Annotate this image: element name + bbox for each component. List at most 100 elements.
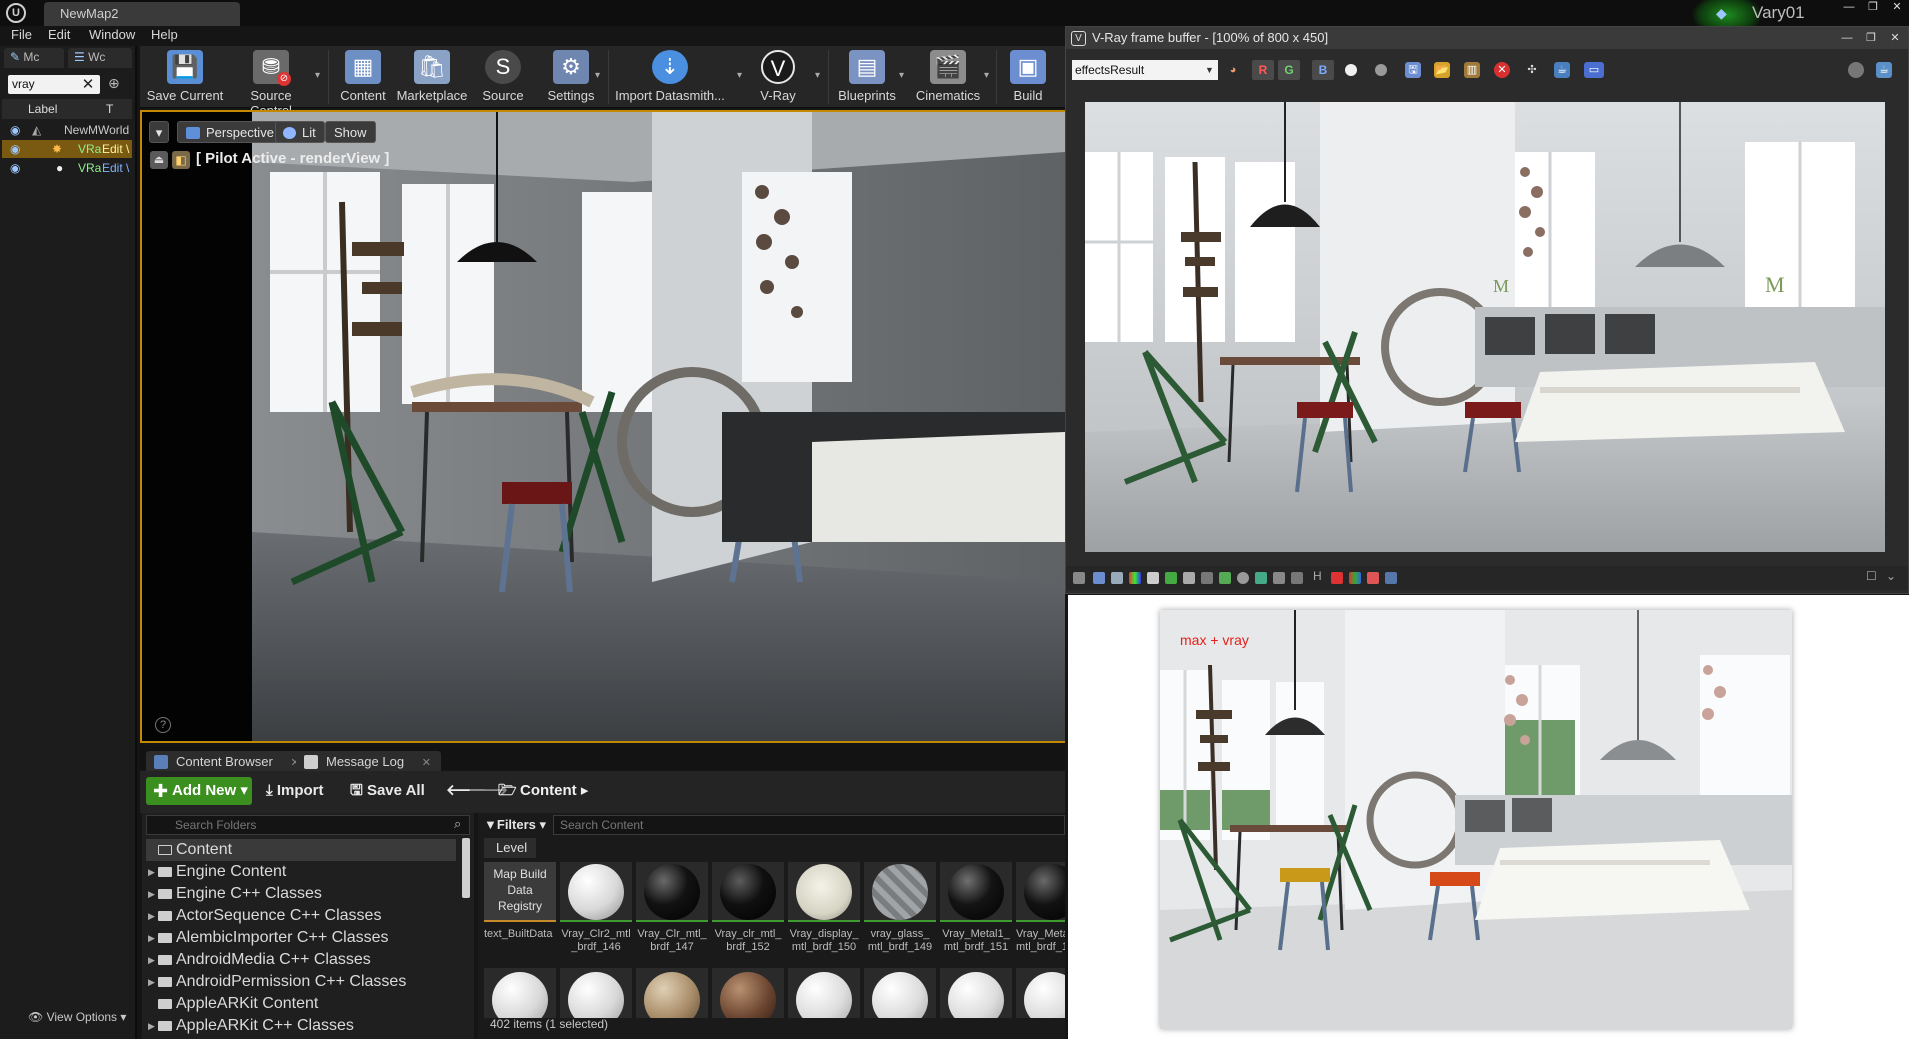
asset-tile[interactable] (864, 968, 936, 1018)
breadcrumb-content[interactable]: Content (520, 782, 577, 799)
vfb-render-image[interactable]: M M (1085, 102, 1885, 552)
show-button[interactable]: Show (325, 121, 376, 143)
horizontal-flip-icon[interactable] (1331, 572, 1343, 584)
eject-pilot-icon[interactable]: ⏏ (150, 151, 168, 169)
folder-row[interactable]: ▶ Engine C++ Classes (146, 883, 456, 905)
level-filter-chip[interactable]: Level (484, 838, 536, 858)
save-icon[interactable] (1093, 572, 1105, 584)
marketplace-button[interactable]: 🛍 Marketplace (394, 50, 470, 106)
zoom-icon[interactable] (1385, 572, 1397, 584)
pilot-camera-icon[interactable]: ◧ (172, 151, 190, 169)
help-icon[interactable]: ? (155, 717, 171, 733)
save-all-button[interactable]: 🖫 Save All (350, 777, 425, 805)
asset-tile[interactable] (712, 968, 784, 1018)
stop-render-icon[interactable]: ✕ (1494, 62, 1510, 78)
green-channel-button[interactable]: G (1278, 60, 1300, 80)
asset-tile[interactable]: Vray_display_ mtl_brdf_150 (788, 862, 860, 956)
tab-message-log[interactable]: Message Log ✕ (296, 751, 441, 773)
asset-tile[interactable]: Vray_clr_mtl_ brdf_152 (712, 862, 784, 956)
menu-file[interactable]: File (11, 27, 32, 42)
options-sphere-icon[interactable] (1848, 62, 1864, 78)
asset-tile[interactable]: Map Build Data Registry text_BuiltData (484, 862, 556, 956)
region-render-icon[interactable]: ✣ (1524, 62, 1540, 78)
folder-row[interactable]: ▶ AlembicImporter C++ Classes (146, 927, 456, 949)
asset-tile[interactable]: Vray_Metal mtl_brdf_1 (1016, 862, 1065, 956)
teapot-render-icon[interactable]: ☕ (1554, 62, 1570, 78)
lens-effects-icon[interactable] (1219, 572, 1231, 584)
folder-row[interactable]: Content (146, 839, 456, 861)
rgb-toggle-icon[interactable] (1349, 572, 1361, 584)
close-tab-icon[interactable]: ✕ (422, 757, 431, 769)
red-channel-button[interactable]: R (1252, 60, 1274, 80)
content-button[interactable]: ▦ Content (334, 50, 392, 106)
asset-tile[interactable] (484, 968, 556, 1018)
datasmith-dropdown-icon[interactable]: ▾ (737, 70, 742, 81)
expand-arrow-icon[interactable]: ▶ (148, 927, 155, 949)
source-control-status-icon[interactable]: ◆ (1716, 5, 1732, 21)
asset-tile[interactable]: vray_glass_ mtl_brdf_149 (864, 862, 936, 956)
vfb-minimize-button[interactable]: — (1836, 31, 1858, 45)
edit-link[interactable]: Edit \ (102, 140, 129, 158)
source-control-button[interactable]: ⛃⊘ Source Control (228, 50, 314, 118)
level-tab[interactable]: NewMap2 (44, 2, 240, 26)
history-icon[interactable]: ▭ (1584, 62, 1604, 78)
add-filter-icon[interactable]: ⊕ (108, 75, 126, 93)
blueprints-dropdown-icon[interactable]: ▾ (899, 70, 904, 81)
outliner-row-vray-1[interactable]: ◉ ✸ VRa Edit \ (2, 140, 132, 158)
lut-icon[interactable] (1255, 572, 1267, 584)
expand-arrow-icon[interactable]: ▶ (148, 883, 155, 905)
asset-tile[interactable] (636, 968, 708, 1018)
close-button[interactable]: ✕ (1886, 0, 1908, 14)
chevron-down-icon[interactable]: ▼ (1205, 60, 1214, 80)
expand-arrow-icon[interactable]: ▶ (148, 971, 155, 993)
asset-tile[interactable]: Vray_Clr_mtl_ brdf_147 (636, 862, 708, 956)
save-image-icon[interactable]: 🖫 (1405, 62, 1421, 78)
menu-edit[interactable]: Edit (48, 27, 70, 42)
cinematics-dropdown-icon[interactable]: ▾ (984, 70, 989, 81)
menu-window[interactable]: Window (89, 27, 135, 42)
render-channel-select[interactable]: effectsResult (1072, 60, 1218, 80)
levels-icon[interactable] (1165, 572, 1177, 584)
render-settings-icon[interactable]: ☕ (1876, 62, 1892, 78)
track-mouse-icon[interactable] (1291, 572, 1303, 584)
visibility-eye-icon[interactable]: ◉ (10, 159, 24, 177)
folder-row[interactable]: ▶ ActorSequence C++ Classes (146, 905, 456, 927)
source-control-dropdown-icon[interactable]: ▾ (315, 70, 320, 81)
outliner-row-vray-2[interactable]: ◉ ● VRa Edit \ (2, 159, 132, 177)
gray-circle-icon[interactable] (1375, 64, 1387, 76)
import-datasmith-button[interactable]: ⇣ Import Datasmith... (614, 50, 726, 106)
vray-dropdown-icon[interactable]: ▾ (815, 70, 820, 81)
asset-tile[interactable]: Vray_Metal1_ mtl_brdf_151 (940, 862, 1012, 956)
settings-dropdown-icon[interactable]: ▾ (595, 70, 600, 81)
expand-arrow-icon[interactable]: ▶ (148, 905, 155, 927)
vfb-maximize-button[interactable]: ❐ (1860, 31, 1882, 45)
asset-tile[interactable] (940, 968, 1012, 1018)
asset-tile[interactable]: Vray_Clr2_mtl _brdf_146 (560, 862, 632, 956)
white-balance-icon[interactable] (1147, 572, 1159, 584)
dock-icon[interactable]: ☐ (1866, 569, 1877, 583)
menu-help[interactable]: Help (151, 27, 178, 42)
compare-icon[interactable] (1183, 572, 1195, 584)
asset-tile[interactable] (788, 968, 860, 1018)
vray-button[interactable]: V V-Ray (748, 50, 808, 106)
viewport-options-button[interactable]: ▾ (149, 121, 169, 143)
source-button[interactable]: S Source (474, 50, 532, 106)
h-toggle-icon[interactable]: H (1313, 569, 1322, 583)
path-breadcrumb[interactable]: Content ▸ (520, 777, 588, 805)
settings-icon[interactable] (1237, 572, 1249, 584)
modes-tab[interactable]: ✎ Mc (4, 48, 64, 68)
build-button[interactable]: ▣ Build (1004, 50, 1052, 106)
settings-button[interactable]: ⚙ Settings (540, 50, 602, 106)
color-picker-icon[interactable]: ◕ (1225, 62, 1241, 78)
expand-arrow-icon[interactable]: ▶ (148, 1015, 155, 1037)
folders-scrollbar[interactable] (462, 838, 470, 898)
breadcrumb-arrow-icon[interactable]: ▸ (577, 782, 589, 799)
chevron-down-icon[interactable]: ⌄ (1886, 569, 1896, 583)
type-column-header[interactable]: T (106, 102, 113, 116)
load-image-icon[interactable]: 📂 (1434, 62, 1450, 78)
expand-arrow-icon[interactable]: ▶ (148, 861, 155, 883)
curves-icon[interactable] (1201, 572, 1213, 584)
sidebar-toggle-icon[interactable] (1073, 572, 1085, 584)
folder-row[interactable]: ▶ AppleARKit C++ Classes (146, 1015, 456, 1037)
import-button[interactable]: ⤓ Import (266, 777, 323, 805)
